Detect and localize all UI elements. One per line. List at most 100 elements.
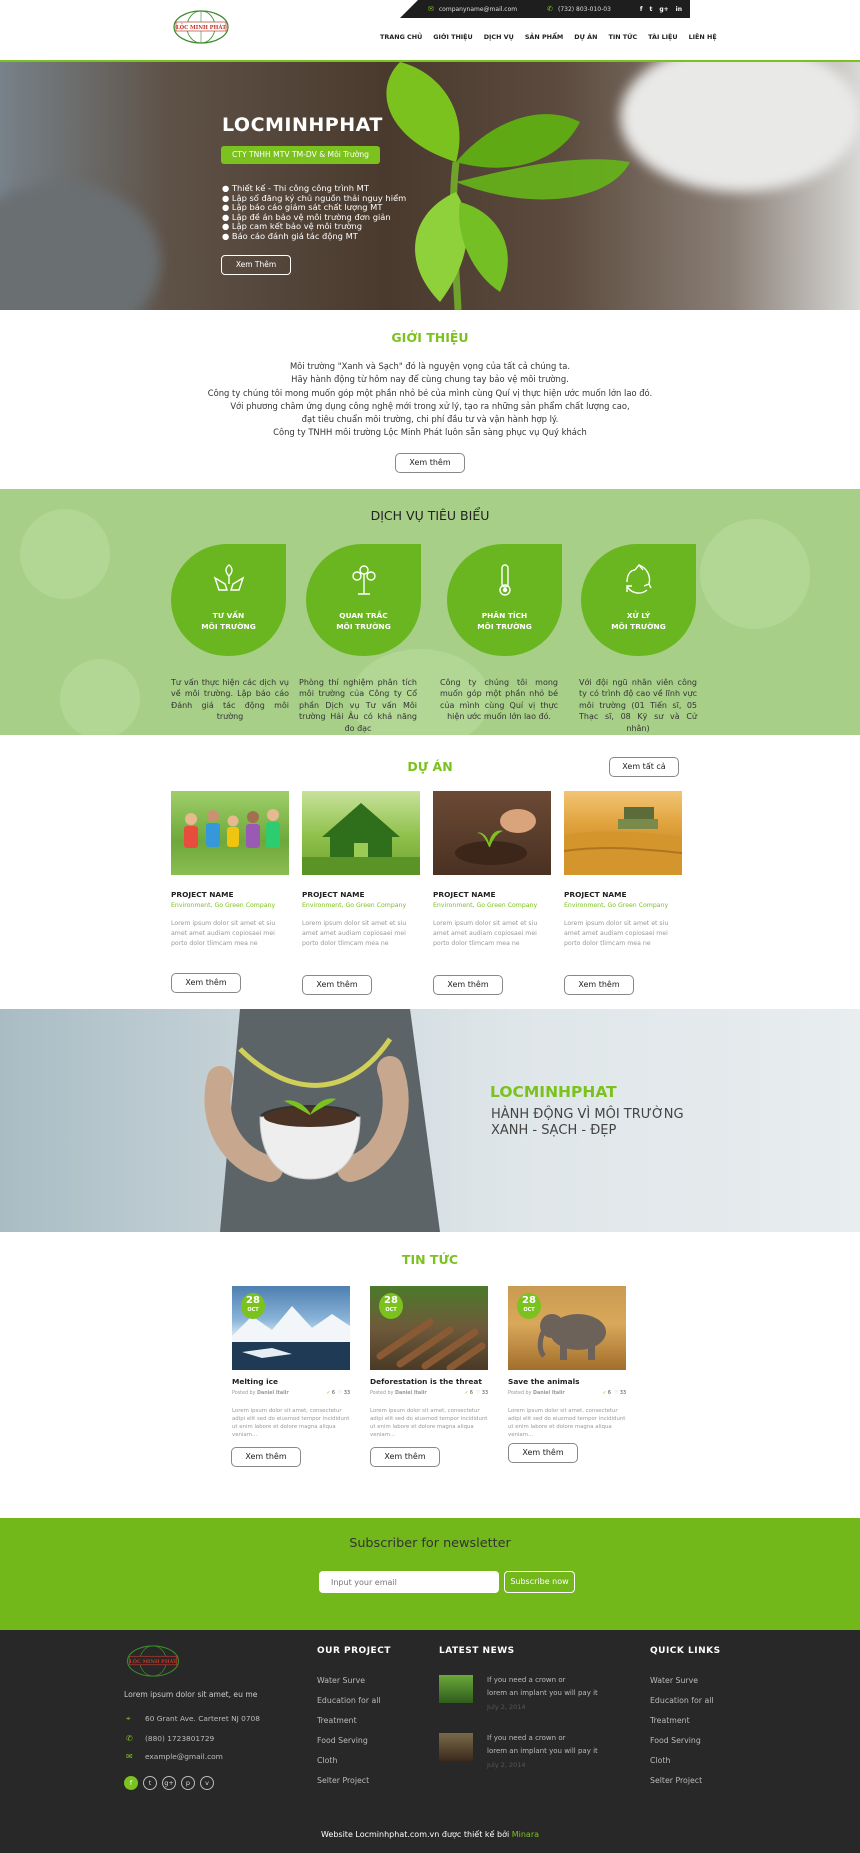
latest-news-thumb[interactable] [439, 1675, 473, 1703]
nav-item-news[interactable]: TIN TỨC [608, 33, 637, 41]
project-category[interactable]: Environment, Go Green Company [564, 902, 668, 909]
newsletter-section: Subscriber for newsletter Subscribe now [0, 1518, 860, 1630]
quick-link[interactable]: Food Serving [650, 1736, 701, 1745]
project-more-button[interactable]: Xem thêm [433, 975, 503, 995]
project-name[interactable]: PROJECT NAME [433, 890, 496, 899]
pinterest-icon[interactable]: p [181, 1776, 195, 1790]
news-image[interactable]: 28 OCT [508, 1286, 626, 1370]
our-project-link[interactable]: Treatment [317, 1716, 357, 1725]
latest-news-heading: LATEST NEWS [439, 1646, 515, 1656]
harvester-photo [564, 807, 682, 875]
intro-more-button[interactable]: Xem thêm [395, 453, 465, 473]
header-email[interactable]: companyname@mail.com [439, 6, 517, 13]
quick-link[interactable]: Cloth [650, 1756, 670, 1765]
project-name[interactable]: PROJECT NAME [564, 890, 627, 899]
our-project-link[interactable]: Selter Project [317, 1776, 369, 1785]
quick-link[interactable]: Selter Project [650, 1776, 702, 1785]
projects-view-all-button[interactable]: Xem tất cả [609, 757, 679, 777]
quick-link[interactable]: Water Surve [650, 1676, 698, 1685]
project-image[interactable] [302, 791, 420, 875]
vimeo-icon[interactable]: v [200, 1776, 214, 1790]
email-text[interactable]: example@gmail.com [145, 1752, 223, 1761]
project-image[interactable] [171, 791, 289, 875]
project-category[interactable]: Environment, Go Green Company [171, 902, 275, 909]
our-project-link[interactable]: Education for all [317, 1696, 381, 1705]
project-name[interactable]: PROJECT NAME [302, 890, 365, 899]
hero-more-button[interactable]: Xem Thêm [221, 255, 291, 275]
recycle-icon [626, 563, 652, 594]
posted-by-label: Posted by [232, 1391, 256, 1396]
nav-item-home[interactable]: TRANG CHỦ [380, 33, 422, 41]
email-icon: ✉ [428, 5, 434, 13]
phone-text[interactable]: (880) 1723801729 [145, 1734, 214, 1743]
service-label: QUAN TRẮC [339, 611, 388, 620]
twitter-icon[interactable]: t [143, 1776, 157, 1790]
project-more-button[interactable]: Xem thêm [564, 975, 634, 995]
news-day: 28 [384, 1295, 398, 1306]
news-image[interactable]: 28 OCT [370, 1286, 488, 1370]
news-desc: Lorem ipsum dolor sit amet, consectetur … [508, 1408, 626, 1438]
news-item-title[interactable]: Save the animals [508, 1377, 580, 1386]
news-month: OCT [385, 1307, 397, 1313]
news-author[interactable]: Daniel Italir [395, 1391, 427, 1396]
facebook-icon[interactable]: f [640, 6, 643, 13]
nav-item-projects[interactable]: DỰ ÁN [574, 33, 597, 41]
news-date-badge: 28 OCT [517, 1293, 541, 1319]
news-item-title[interactable]: Deforestation is the threat [370, 1377, 482, 1386]
twitter-icon[interactable]: t [649, 6, 652, 13]
project-more-button[interactable]: Xem thêm [302, 975, 372, 995]
header-phone[interactable]: (732) 803-010-03 [558, 6, 611, 13]
intro-line: Với phương châm ứng dụng công nghệ mới t… [230, 400, 630, 411]
news-author[interactable]: Daniel Italir [533, 1391, 565, 1396]
latest-news-date: July 2, 2014 [487, 1703, 526, 1711]
designer-link[interactable]: Minara [512, 1830, 539, 1839]
news-stats: ✓ 6 ♡ 33 [464, 1391, 488, 1396]
nav-item-about[interactable]: GIỚI THIỆU [433, 33, 472, 41]
footer-logo[interactable]: LỘC MINH PHÁT [124, 1644, 182, 1678]
service-card-monitoring[interactable]: QUAN TRẮC MÔI TRƯỜNG [306, 544, 421, 656]
project-image[interactable] [564, 791, 682, 875]
service-card-analysis[interactable]: PHÂN TÍCH MÔI TRƯỜNG [447, 544, 562, 656]
news-more-button[interactable]: Xem thêm [231, 1447, 301, 1467]
news-month: OCT [247, 1307, 259, 1313]
our-project-link[interactable]: Food Serving [317, 1736, 368, 1745]
quick-link[interactable]: Education for all [650, 1696, 714, 1705]
nav-item-services[interactable]: DỊCH VỤ [484, 33, 514, 41]
email-icon: ✉ [126, 1752, 133, 1761]
service-card-consulting[interactable]: TƯ VẤN MÔI TRƯỜNG [171, 544, 286, 656]
google-plus-icon[interactable]: g+ [162, 1776, 176, 1790]
quick-link[interactable]: Treatment [650, 1716, 690, 1725]
news-author[interactable]: Daniel Italir [257, 1391, 289, 1396]
latest-news-title[interactable]: If you need a crown or lorem an implant y… [487, 1732, 617, 1758]
news-more-button[interactable]: Xem thêm [508, 1443, 578, 1463]
project-image[interactable] [433, 791, 551, 875]
news-more-button[interactable]: Xem thêm [370, 1447, 440, 1467]
our-project-link[interactable]: Water Surve [317, 1676, 365, 1685]
service-desc: Công ty chúng tôi mong muốn góp một phần… [440, 678, 558, 722]
latest-news-thumb[interactable] [439, 1733, 473, 1761]
our-project-link[interactable]: Cloth [317, 1756, 337, 1765]
project-category[interactable]: Environment, Go Green Company [433, 902, 537, 909]
news-item-title[interactable]: Melting ice [232, 1377, 278, 1386]
posted-by-label: Posted by [370, 1391, 394, 1396]
like-icon: ✓ [464, 1391, 469, 1396]
linkedin-icon[interactable]: in [676, 6, 682, 13]
project-name[interactable]: PROJECT NAME [171, 890, 234, 899]
project-category[interactable]: Environment, Go Green Company [302, 902, 406, 909]
nav-item-contact[interactable]: LIÊN HỆ [689, 33, 717, 41]
latest-news-title[interactable]: If you need a crown or lorem an implant y… [487, 1674, 617, 1700]
site-logo[interactable]: LỘC MINH PHÁT [171, 9, 231, 45]
google-plus-icon[interactable]: g+ [659, 6, 668, 13]
nav-item-documents[interactable]: TÀI LIỆU [648, 33, 677, 41]
facebook-icon[interactable]: f [124, 1776, 138, 1790]
projects-title: DỰ ÁN [407, 759, 453, 774]
nav-item-products[interactable]: SẢN PHẨM [525, 33, 563, 41]
subscribe-button[interactable]: Subscribe now [504, 1571, 575, 1593]
services-title: DỊCH VỤ TIÊU BIỂU [370, 508, 490, 523]
news-image[interactable]: 28 OCT [232, 1286, 350, 1370]
service-card-treatment[interactable]: XỬ LÝ MÔI TRƯỜNG [581, 544, 696, 656]
news-desc: Lorem ipsum dolor sit amet, consectetur … [232, 1408, 350, 1438]
news-desc: Lorem ipsum dolor sit amet, consectetur … [370, 1408, 488, 1438]
newsletter-email-input[interactable] [319, 1571, 499, 1593]
project-more-button[interactable]: Xem thêm [171, 973, 241, 993]
